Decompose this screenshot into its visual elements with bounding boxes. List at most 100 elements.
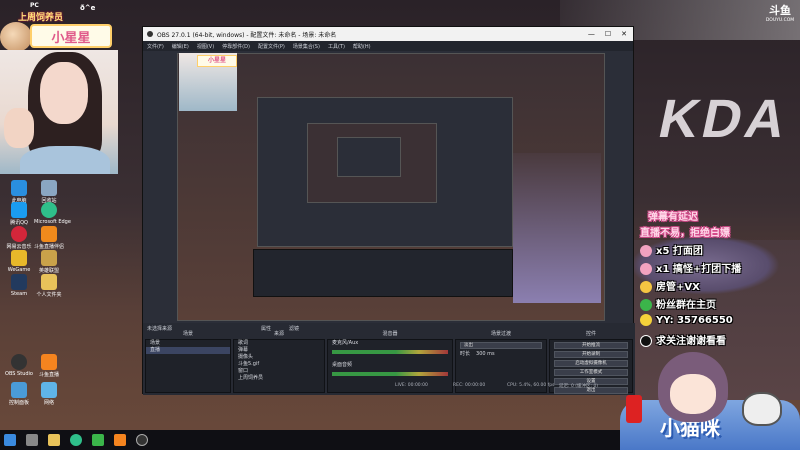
audio-meter <box>332 372 448 376</box>
wegame-icon <box>11 250 27 266</box>
menu-docks[interactable]: 停靠部件(D) <box>222 43 250 50</box>
obs-title-text: OBS 27.0.1 (64-bit, windows) - 配置文件: 未命名… <box>157 31 337 39</box>
douyu-icon[interactable] <box>114 434 126 446</box>
douyin-icon <box>640 335 652 347</box>
start-streaming-button[interactable]: 开始推流 <box>554 342 628 349</box>
backdrop-kda-sign: KDA <box>653 89 796 149</box>
anime-girl-face <box>670 374 716 414</box>
yy-icon <box>640 314 652 326</box>
status-latency: 延迟: 0 (缓冲区: 0) <box>559 384 599 389</box>
desktop-icon-this-pc[interactable]: 此电脑 <box>4 180 34 204</box>
menu-help[interactable]: 帮助(H) <box>353 43 371 50</box>
obs-icon <box>147 31 153 37</box>
menu-view[interactable]: 视图(V) <box>197 43 214 50</box>
source-item[interactable]: 上周饲养员 <box>234 375 324 382</box>
nickname-label: 小星星 <box>30 24 112 48</box>
network-icon <box>41 382 57 398</box>
desktop-icon-edge[interactable]: Microsoft Edge <box>34 202 71 225</box>
desktop-icon-steam[interactable]: Steam <box>4 274 34 297</box>
badge-id-text: ð^e <box>80 4 96 12</box>
scene-item[interactable]: 直播 <box>146 347 230 354</box>
desktop-icon-douyu[interactable]: 斗鱼直播 <box>34 354 64 378</box>
overlay-line-rules: 直播不易，拒绝白嫖 <box>640 228 730 239</box>
scene-item[interactable]: 场景 <box>146 340 230 347</box>
badge-rank-text: 上周饲养员 <box>18 13 64 23</box>
menu-edit[interactable]: 编辑(E) <box>172 43 189 50</box>
obs-preview-canvas[interactable]: 小星星 <box>177 53 605 321</box>
preview-docks <box>253 249 513 297</box>
start-recording-button[interactable]: 开始录制 <box>554 351 628 358</box>
preview-level-4 <box>337 137 401 177</box>
source-item[interactable]: 窗口 <box>234 368 324 375</box>
desktop-icon-netease[interactable]: 网易云音乐 <box>4 226 34 250</box>
close-button[interactable]: ✕ <box>621 30 627 38</box>
source-item[interactable]: 斗鱼5.gif <box>234 361 324 368</box>
maximize-button[interactable]: ☐ <box>605 30 611 38</box>
overlay-line-delay: 弹幕有延迟 <box>648 212 698 223</box>
file-explorer-icon[interactable] <box>48 434 60 446</box>
source-item[interactable]: 摄像头 <box>234 354 324 361</box>
edge-icon <box>41 202 57 218</box>
desktop-icon-network[interactable]: 网络 <box>34 382 64 406</box>
obs-docks: 未选择来源 属性 滤镜 场景 场景 直播 来源 歌词 弹幕 摄像头 斗鱼5.gi… <box>143 323 635 395</box>
desktop-icon-user-folder[interactable]: 个人文件夹 <box>34 274 64 298</box>
edge-icon[interactable] <box>70 434 82 446</box>
cola-can-icon <box>626 395 642 423</box>
control-panel-icon <box>11 382 27 398</box>
source-item[interactable]: 歌词 <box>234 340 324 347</box>
virtual-camera-button[interactable]: 启动虚拟摄像机 <box>554 360 628 367</box>
scenes-dock-title: 场景 <box>182 331 193 337</box>
gift-icon <box>640 263 652 275</box>
douyu-watermark: 斗鱼 DOUYU.COM <box>762 2 798 23</box>
desktop-icon-lol[interactable]: 英雄联盟 <box>34 250 64 274</box>
transitions-dock-title: 场景过渡 <box>490 331 511 337</box>
obs-icon[interactable] <box>136 434 148 446</box>
menu-file[interactable]: 文件(F) <box>147 43 164 50</box>
steam-icon <box>11 274 27 290</box>
douyu-url: DOUYU.COM <box>765 18 795 23</box>
studio-mode-button[interactable]: 工作室模式 <box>554 369 628 376</box>
menu-profile[interactable]: 配置文件(P) <box>258 43 285 50</box>
transition-select[interactable]: 淡出 <box>460 342 542 349</box>
preview-right-overlay <box>513 153 601 303</box>
webcam-shirt <box>20 146 110 174</box>
status-live: LIVE: 00:00:00 <box>395 383 428 388</box>
status-bar: LIVE: 00:00:00 REC: 00:00:00 CPU: 5.4%, … <box>143 383 635 391</box>
overlay-line-price1: x5 打面团 <box>640 242 703 257</box>
mixer-track-label: 桌面音频 <box>332 362 353 368</box>
badge-pc-text: PC <box>30 2 39 9</box>
duration-label: 时长 <box>460 351 471 357</box>
overlay-line-yy: YY: 35766550 <box>640 314 733 326</box>
wechat-icon <box>640 299 652 311</box>
mascot-icon <box>0 22 32 52</box>
mixer-track-label: 麦克风/Aux <box>332 340 359 346</box>
transition-duration-row: 时长 300 ms <box>456 351 546 358</box>
windows-start-icon[interactable] <box>4 434 16 446</box>
desktop-icon-qq[interactable]: 腾讯QQ <box>4 202 34 226</box>
duration-input[interactable]: 300 ms <box>476 351 495 358</box>
sources-dock-title: 来源 <box>273 331 284 337</box>
obs-menubar: 文件(F) 编辑(E) 视图(V) 停靠部件(D) 配置文件(P) 场景集合(S… <box>143 41 633 51</box>
desktop-icon-control-panel[interactable]: 控制面板 <box>4 382 34 406</box>
desktop-icon-wegame[interactable]: WeGame <box>4 250 34 273</box>
rank-badge: PC 上周饲养员 ð^e <box>0 0 110 23</box>
overlay-line-douyin: 求关注谢谢看看 <box>640 332 726 347</box>
desktop-icon-obs[interactable]: OBS Studio <box>4 354 34 377</box>
webcam-hand <box>4 108 34 148</box>
netease-music-icon <box>11 226 27 242</box>
menu-tools[interactable]: 工具(T) <box>328 43 345 50</box>
lol-icon <box>41 250 57 266</box>
computer-icon <box>11 180 27 196</box>
desktop-icon-recycle-bin[interactable]: 回收站 <box>34 180 64 204</box>
obs-titlebar: OBS 27.0.1 (64-bit, windows) - 配置文件: 未命名… <box>143 27 633 41</box>
douyu-logo: 斗鱼 <box>769 4 791 17</box>
status-rec: REC: 00:00:00 <box>453 383 486 388</box>
desktop-icon-douyu-helper[interactable]: 斗鱼直播伴侣 <box>34 226 64 250</box>
overlay-line-vx: 房管+VX <box>640 278 700 293</box>
screen: KDA PC 上周饲养员 ð^e 小星星 此电脑 回收站 腾讯QQ Micros… <box>0 0 800 450</box>
source-item[interactable]: 弹幕 <box>234 347 324 354</box>
wechat-icon[interactable] <box>92 434 104 446</box>
search-icon[interactable] <box>26 434 38 446</box>
menu-scene-collection[interactable]: 场景集合(S) <box>293 43 320 50</box>
minimize-button[interactable]: — <box>588 30 595 38</box>
